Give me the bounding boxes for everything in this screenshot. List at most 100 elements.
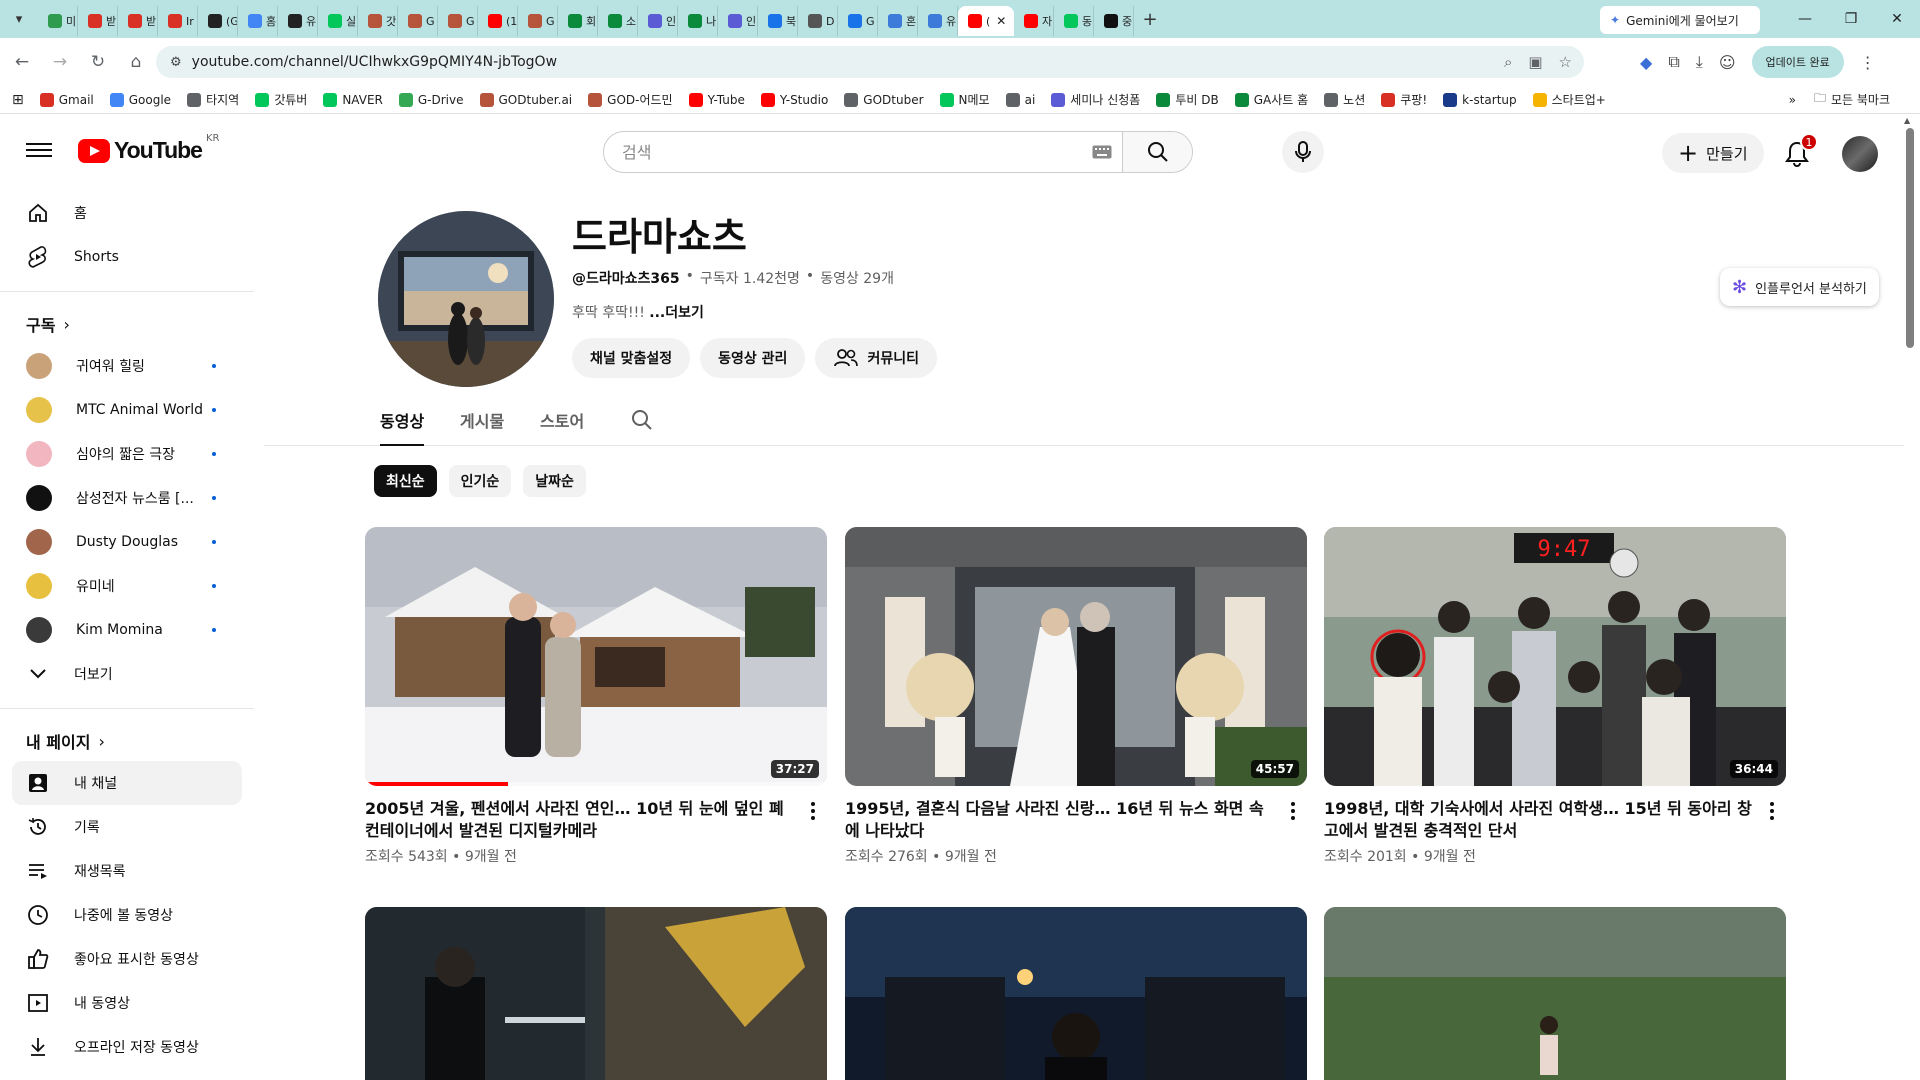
customize-channel-button[interactable]: 채널 맞춤설정 xyxy=(572,338,691,378)
more-actions-icon[interactable] xyxy=(803,799,823,823)
video-card[interactable]: 45:57 1995년, 결혼식 다음날 사라진 신랑… 16년 뒤 뉴스 화면… xyxy=(845,527,1307,866)
browser-tab[interactable]: 소 xyxy=(598,6,638,36)
bookmark-item[interactable]: GODtuber xyxy=(844,91,924,108)
show-more-button[interactable]: 더보기 xyxy=(12,652,242,696)
notifications-button[interactable]: 1 xyxy=(1780,133,1818,171)
sidebar-item-my-videos[interactable]: 내 동영상 xyxy=(12,981,242,1025)
bookmark-item[interactable]: Y-Tube xyxy=(688,91,745,108)
video-thumbnail[interactable]: 37:27 xyxy=(365,527,827,786)
browser-tab[interactable]: 인 xyxy=(638,6,678,36)
browser-tab[interactable]: 받 xyxy=(78,6,118,36)
keyboard-icon[interactable] xyxy=(1082,132,1122,172)
update-button[interactable]: 업데이트 완료 xyxy=(1751,46,1844,78)
subscriptions-header[interactable]: 구독 › xyxy=(12,304,242,344)
community-button[interactable]: 커뮤니티 xyxy=(815,338,937,378)
more-link[interactable]: ...더보기 xyxy=(649,305,704,321)
bookmark-item[interactable]: Gmail xyxy=(39,91,94,108)
browser-tab[interactable]: 유 xyxy=(918,6,958,36)
browser-tab[interactable]: 회 xyxy=(558,6,598,36)
video-thumbnail[interactable] xyxy=(365,907,827,1080)
browser-tab[interactable]: G xyxy=(838,6,878,36)
browser-tab[interactable]: 유 xyxy=(278,6,318,36)
profile-icon[interactable]: ☺ xyxy=(1719,53,1736,72)
sidebar-item-home[interactable]: 홈 xyxy=(12,191,242,235)
video-title[interactable]: 2005년 겨울, 펜션에서 사라진 연인… 10년 뒤 눈에 덮인 폐컨테이너… xyxy=(365,798,795,842)
restore-icon[interactable]: ❐ xyxy=(1828,0,1874,38)
subscription-item[interactable]: Kim Momina xyxy=(12,608,242,652)
sidebar-item-history[interactable]: 기록 xyxy=(12,805,242,849)
chip-popular[interactable]: 인기순 xyxy=(448,465,512,497)
my-page-header[interactable]: 내 페이지 › xyxy=(12,721,242,761)
apps-icon[interactable]: ⊞ xyxy=(12,92,24,108)
bookmark-item[interactable]: Y-Studio xyxy=(760,91,828,108)
browser-tab[interactable]: G xyxy=(398,6,438,36)
video-card[interactable]: 9:47 36:44 1998년, 대학 기숙사에서 사라진 여학생… 15년 … xyxy=(1324,527,1786,866)
sidebar-item-download[interactable]: 오프라인 저장 동영상 xyxy=(12,1025,242,1069)
subscription-item[interactable]: 심야의 짧은 극장 xyxy=(12,432,242,476)
bookmark-item[interactable]: G-Drive xyxy=(398,91,464,108)
channel-search-icon[interactable] xyxy=(630,408,654,436)
video-card[interactable] xyxy=(845,907,1307,1080)
browser-tab[interactable]: (✕ xyxy=(958,6,1014,36)
sidebar-item-shorts[interactable]: Shorts xyxy=(12,235,242,279)
browser-tab[interactable]: 실 xyxy=(318,6,358,36)
bookmark-item[interactable]: 쿠팡! xyxy=(1381,91,1427,108)
scroll-up-icon[interactable]: ▲ xyxy=(1904,116,1910,125)
extensions-icon[interactable]: ⧉ xyxy=(1668,52,1679,72)
chip-oldest[interactable]: 날짜순 xyxy=(523,465,586,497)
browser-tab[interactable]: 미 xyxy=(38,6,78,36)
new-tab-button[interactable]: + xyxy=(1134,9,1166,30)
bookmark-star-icon[interactable]: ☆ xyxy=(1559,53,1572,71)
tab-store[interactable]: 스토어 xyxy=(540,408,584,432)
bookmark-item[interactable]: 갓튜버 xyxy=(255,91,307,108)
bookmark-item[interactable]: 세미나 신청폼 xyxy=(1051,91,1140,108)
bookmark-item[interactable]: GOD-어드민 xyxy=(588,91,673,108)
bookmark-item[interactable]: 노션 xyxy=(1324,91,1365,108)
tab-search-icon[interactable]: ▾ xyxy=(0,0,38,38)
browser-tab[interactable]: 갓 xyxy=(358,6,398,36)
subscription-item[interactable]: 삼성전자 뉴스룸 [... xyxy=(12,476,242,520)
close-icon[interactable]: ✕ xyxy=(1874,0,1920,38)
browser-tab[interactable]: 북 xyxy=(758,6,798,36)
video-card[interactable] xyxy=(1324,907,1786,1080)
sidebar-item-my-channel[interactable]: 내 채널 xyxy=(12,761,242,805)
bookmark-item[interactable]: Google xyxy=(109,91,171,108)
browser-tab[interactable]: (G xyxy=(198,6,238,36)
video-card[interactable]: 37:27 2005년 겨울, 펜션에서 사라진 연인… 10년 뒤 눈에 덮인… xyxy=(365,527,827,866)
browser-tab[interactable]: G xyxy=(518,6,558,36)
more-actions-icon[interactable] xyxy=(1762,799,1782,823)
bookmark-item[interactable]: k-startup xyxy=(1443,91,1517,108)
sidebar-item-watch-later[interactable]: 나중에 볼 동영상 xyxy=(12,893,242,937)
manage-videos-button[interactable]: 동영상 관리 xyxy=(700,338,806,378)
subscription-item[interactable]: 유미네 xyxy=(12,564,242,608)
sidebar-item-playlist[interactable]: 재생목록 xyxy=(12,849,242,893)
subscription-item[interactable]: MTC Animal World xyxy=(12,388,242,432)
video-thumbnail[interactable] xyxy=(845,907,1307,1080)
bookmark-item[interactable]: ai xyxy=(1005,91,1035,108)
more-bookmarks-icon[interactable]: » xyxy=(1789,93,1796,107)
browser-tab[interactable]: 홈 xyxy=(238,6,278,36)
account-avatar[interactable] xyxy=(1842,136,1878,172)
bookmark-item[interactable]: 투비 DB xyxy=(1156,91,1219,108)
site-info-icon[interactable]: ⚙ xyxy=(170,55,182,70)
channel-avatar[interactable] xyxy=(378,211,554,387)
subscription-item[interactable]: Dusty Douglas xyxy=(12,520,242,564)
more-actions-icon[interactable] xyxy=(1283,799,1303,823)
bookmark-item[interactable]: 스타트업+ xyxy=(1532,91,1606,108)
bookmark-item[interactable]: GODtuber.ai xyxy=(479,91,572,108)
gemini-button[interactable]: ✦ Gemini에게 물어보기 xyxy=(1600,6,1760,34)
forward-icon[interactable]: → xyxy=(44,46,76,78)
video-thumbnail[interactable] xyxy=(1324,907,1786,1080)
tab-close-icon[interactable]: ✕ xyxy=(996,14,1006,28)
video-thumbnail[interactable]: 45:57 xyxy=(845,527,1307,786)
bookmark-item[interactable]: 타지역 xyxy=(187,91,239,108)
home-icon[interactable]: ⌂ xyxy=(120,46,152,78)
browser-tab[interactable]: 동 xyxy=(1054,6,1094,36)
create-button[interactable]: + 만들기 xyxy=(1662,133,1764,173)
browser-tab[interactable]: (1 xyxy=(478,6,518,36)
video-title[interactable]: 1998년, 대학 기숙사에서 사라진 여학생… 15년 뒤 동아리 창고에서 … xyxy=(1324,798,1754,842)
menu-icon[interactable]: ⋮ xyxy=(1860,53,1876,72)
subscription-item[interactable]: 귀여워 힐링 xyxy=(12,344,242,388)
downloads-icon[interactable]: ⤓ xyxy=(1696,52,1703,72)
browser-tab[interactable]: 혼 xyxy=(878,6,918,36)
